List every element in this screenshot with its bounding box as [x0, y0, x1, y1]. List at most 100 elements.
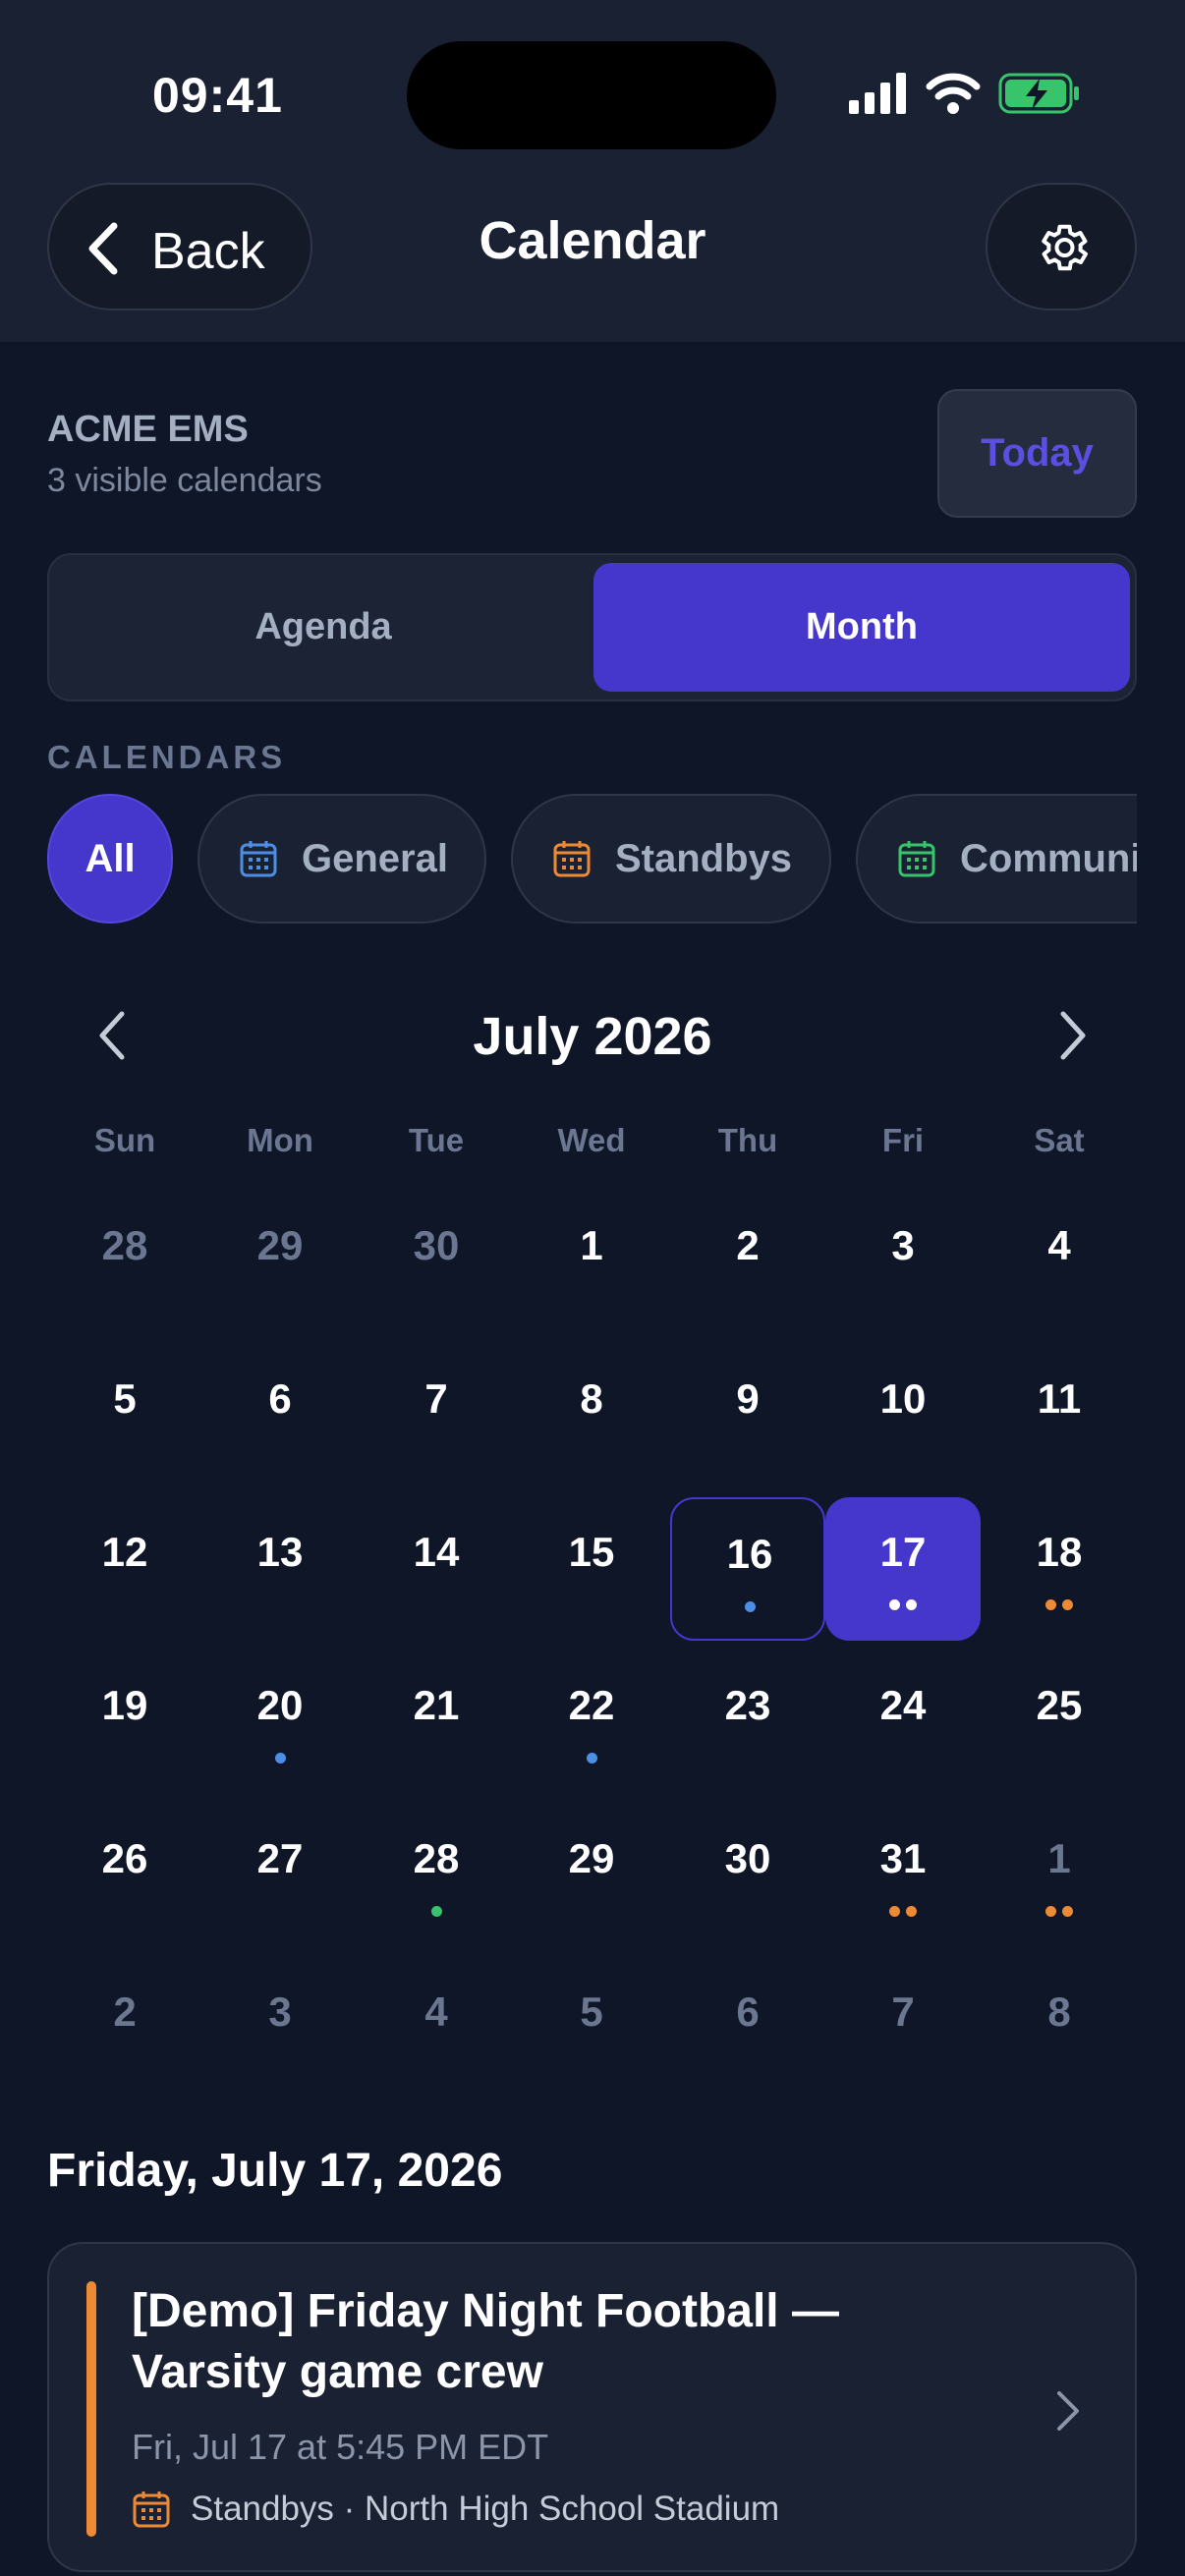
day-cell[interactable]: 2	[47, 1957, 202, 2100]
day-cell[interactable]: 3	[825, 1191, 981, 1334]
event-dot	[906, 1599, 917, 1610]
segment-month[interactable]: Month	[593, 563, 1130, 692]
battery-charging-icon	[998, 73, 1079, 114]
day-cell[interactable]: 14	[359, 1497, 514, 1641]
chip-standbys[interactable]: Standbys	[511, 794, 831, 924]
day-number: 6	[736, 1988, 760, 2035]
day-number: 11	[1037, 1375, 1082, 1422]
event-time: Fri, Jul 17 at 5:45 PM EDT	[132, 2427, 549, 2467]
chip-general[interactable]: General	[198, 794, 486, 924]
visible-calendars-count: 3 visible calendars	[47, 462, 322, 499]
day-number: 14	[413, 1529, 460, 1575]
day-cell[interactable]: 23	[670, 1651, 825, 1794]
day-cell[interactable]: 22	[514, 1651, 669, 1794]
day-number: 5	[113, 1375, 137, 1422]
day-number: 28	[101, 1222, 148, 1268]
day-number: 5	[580, 1988, 603, 2035]
today-button[interactable]: Today	[937, 389, 1137, 518]
day-number: 19	[101, 1682, 148, 1728]
segment-agenda[interactable]: Agenda	[55, 563, 592, 692]
day-number: 1	[580, 1222, 603, 1268]
day-cell[interactable]: 25	[982, 1651, 1137, 1794]
event-dots	[672, 1599, 827, 1612]
chip-all[interactable]: All	[47, 794, 173, 924]
day-cell[interactable]: 5	[47, 1344, 202, 1487]
day-cell[interactable]: 6	[202, 1344, 358, 1487]
top-bar: 09:41 Back Calendar	[0, 0, 1185, 342]
day-number: 31	[879, 1835, 927, 1881]
day-cell[interactable]: 28	[47, 1191, 202, 1334]
day-cell[interactable]: 29	[514, 1804, 669, 1947]
day-cell[interactable]: 3	[202, 1957, 358, 2100]
day-cell[interactable]: 7	[359, 1344, 514, 1487]
day-number: 8	[580, 1375, 603, 1422]
day-cell[interactable]: 27	[202, 1804, 358, 1947]
day-cell[interactable]: 4	[359, 1957, 514, 2100]
calendars-heading: CALENDARS	[47, 739, 287, 775]
chevron-right-icon[interactable]	[1055, 1008, 1091, 1063]
day-number: 20	[256, 1682, 304, 1728]
day-cell[interactable]: 24	[825, 1651, 981, 1794]
day-cell[interactable]: 8	[982, 1957, 1137, 2100]
day-cell[interactable]: 18	[982, 1497, 1137, 1641]
day-cell[interactable]: 6	[670, 1957, 825, 2100]
day-number: 21	[413, 1682, 460, 1728]
day-cell[interactable]: 1	[982, 1804, 1137, 1947]
day-number: 4	[424, 1988, 448, 2035]
event-color-bar	[86, 2281, 96, 2537]
day-cell[interactable]: 7	[825, 1957, 981, 2100]
day-cell[interactable]: 30	[359, 1191, 514, 1334]
day-cell[interactable]: 26	[47, 1804, 202, 1947]
day-cell[interactable]: 29	[202, 1191, 358, 1334]
event-dots	[514, 1751, 669, 1764]
day-number: 29	[568, 1835, 615, 1881]
chip-community[interactable]: Community	[856, 794, 1137, 924]
day-cell[interactable]: 20	[202, 1651, 358, 1794]
day-number: 8	[1047, 1988, 1071, 2035]
day-number: 26	[101, 1835, 148, 1881]
day-cell[interactable]: 9	[670, 1344, 825, 1487]
chip-label: Standbys	[615, 836, 793, 880]
event-dot	[586, 1753, 597, 1764]
day-cell[interactable]: 12	[47, 1497, 202, 1641]
event-dot	[1045, 1906, 1056, 1917]
event-meta: Standbys · North High School Stadium	[132, 2490, 779, 2529]
day-number: 1	[1047, 1835, 1071, 1881]
weekday-label: Thu	[717, 1122, 778, 1158]
month-grid: 28 29 30 1 2 3 4 5 6 7 8 9 10 11 12 13 14 15 16 17 18 19 20 21 2…	[47, 1191, 1138, 2110]
day-cell[interactable]: 16	[670, 1497, 825, 1641]
day-cell[interactable]: 21	[359, 1651, 514, 1794]
day-cell[interactable]: 8	[514, 1344, 669, 1487]
event-dot	[1062, 1906, 1073, 1917]
day-cell[interactable]: 28	[359, 1804, 514, 1947]
event-card[interactable]: [Demo] Friday Night Football — Varsity g…	[47, 2242, 1137, 2572]
event-dot	[274, 1753, 286, 1764]
day-cell[interactable]: 11	[982, 1344, 1137, 1487]
event-calendar-location: Standbys · North High School Stadium	[191, 2490, 780, 2528]
day-cell[interactable]: 5	[514, 1957, 669, 2100]
signal-icon	[849, 73, 906, 114]
day-cell[interactable]: 30	[670, 1804, 825, 1947]
chip-label: General	[302, 836, 448, 880]
day-number: 15	[568, 1529, 615, 1575]
day-cell[interactable]: 1	[514, 1191, 669, 1334]
weekday-label: Mon	[247, 1122, 313, 1158]
day-cell[interactable]: 17	[825, 1497, 981, 1641]
settings-button[interactable]	[986, 183, 1137, 310]
day-cell[interactable]: 31	[825, 1804, 981, 1947]
day-cell[interactable]: 13	[202, 1497, 358, 1641]
org-name: ACME EMS	[47, 409, 249, 450]
event-dot	[430, 1906, 442, 1917]
day-cell[interactable]: 15	[514, 1497, 669, 1641]
day-cell[interactable]: 10	[825, 1344, 981, 1487]
weekday-label: Wed	[557, 1122, 626, 1158]
calendar-icon	[553, 841, 591, 877]
event-dots	[825, 1904, 981, 1917]
day-cell[interactable]: 19	[47, 1651, 202, 1794]
day-number: 22	[568, 1682, 615, 1728]
selected-day-title: Friday, July 17, 2026	[47, 2145, 503, 2197]
day-number: 18	[1036, 1529, 1083, 1575]
day-number: 10	[879, 1375, 927, 1422]
day-cell[interactable]: 2	[670, 1191, 825, 1334]
day-cell[interactable]: 4	[982, 1191, 1137, 1334]
